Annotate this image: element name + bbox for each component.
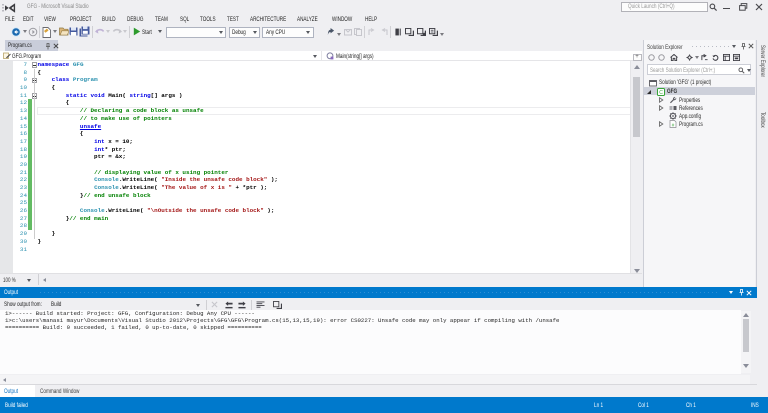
svg-text:#: #	[672, 122, 675, 127]
